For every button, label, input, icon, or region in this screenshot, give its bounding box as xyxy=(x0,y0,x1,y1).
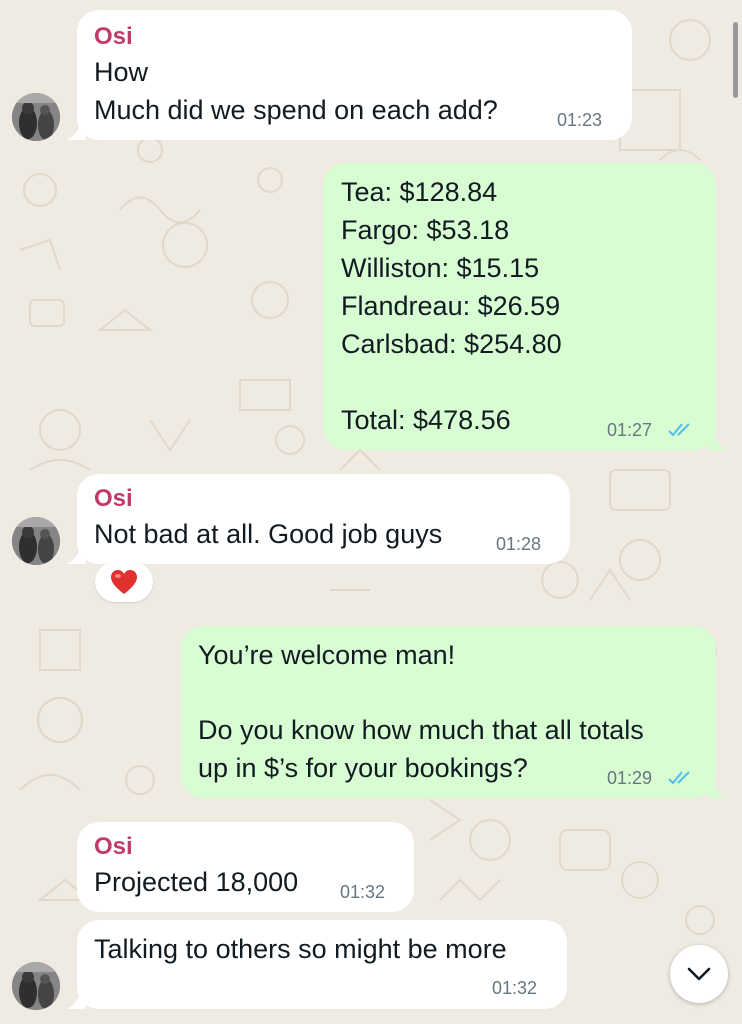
chat-area: Osi How Much did we spend on each add? 0… xyxy=(0,0,742,1024)
message-line: up in $’s for your bookings? xyxy=(198,753,528,783)
incoming-message[interactable]: Osi Projected 18,000 01:32 xyxy=(77,822,414,912)
avatar-photo xyxy=(12,962,60,1010)
message-line: Fargo: $53.18 xyxy=(341,215,510,245)
message-line: Flandreau: $26.59 xyxy=(341,291,561,321)
message-reaction[interactable] xyxy=(95,562,153,602)
message-line: Total: $478.56 xyxy=(341,405,511,435)
message-time: 01:28 xyxy=(496,534,542,554)
message-time: 01:32 xyxy=(492,978,538,998)
message-line: How xyxy=(94,57,149,87)
outgoing-message[interactable]: Tea: $128.84 Fargo: $53.18 Williston: $1… xyxy=(323,163,716,450)
incoming-message[interactable]: Osi Not bad at all. Good job guys 01:28 xyxy=(77,474,570,564)
incoming-message[interactable]: Osi How Much did we spend on each add? 0… xyxy=(77,10,632,140)
message-line: Williston: $15.15 xyxy=(341,253,540,283)
heart-emoji-icon xyxy=(111,570,137,594)
message-time: 01:32 xyxy=(340,882,386,902)
scroll-indicator[interactable] xyxy=(733,22,738,98)
message-line: Talking to others so might be more xyxy=(94,934,507,964)
read-receipt-icon xyxy=(668,423,690,437)
avatar-photo xyxy=(12,93,60,141)
message-line: Much did we spend on each add? xyxy=(94,95,498,125)
avatar-photo xyxy=(12,517,60,565)
sender-name: Osi xyxy=(94,485,133,512)
read-receipt-icon xyxy=(668,771,690,785)
message-line: Tea: $128.84 xyxy=(341,177,498,207)
message-line: Do you know how much that all totals xyxy=(198,715,644,745)
message-time: 01:23 xyxy=(557,110,603,130)
incoming-message[interactable]: Talking to others so might be more 01:32 xyxy=(77,920,567,1009)
avatar[interactable] xyxy=(12,962,60,1010)
message-line: Carlsbad: $254.80 xyxy=(341,329,562,359)
avatar[interactable] xyxy=(12,517,60,565)
outgoing-message[interactable]: You’re welcome man! Do you know how much… xyxy=(181,626,716,798)
message-line: Projected 18,000 xyxy=(94,867,299,897)
message-line: Not bad at all. Good job guys xyxy=(94,519,443,549)
message-time: 01:27 xyxy=(607,420,653,440)
message-time: 01:29 xyxy=(607,768,653,788)
chevron-down-icon xyxy=(687,967,711,981)
message-line: You’re welcome man! xyxy=(198,640,456,670)
avatar[interactable] xyxy=(12,93,60,141)
sender-name: Osi xyxy=(94,23,133,50)
scroll-to-bottom-button[interactable] xyxy=(670,945,728,1003)
sender-name: Osi xyxy=(94,833,133,860)
